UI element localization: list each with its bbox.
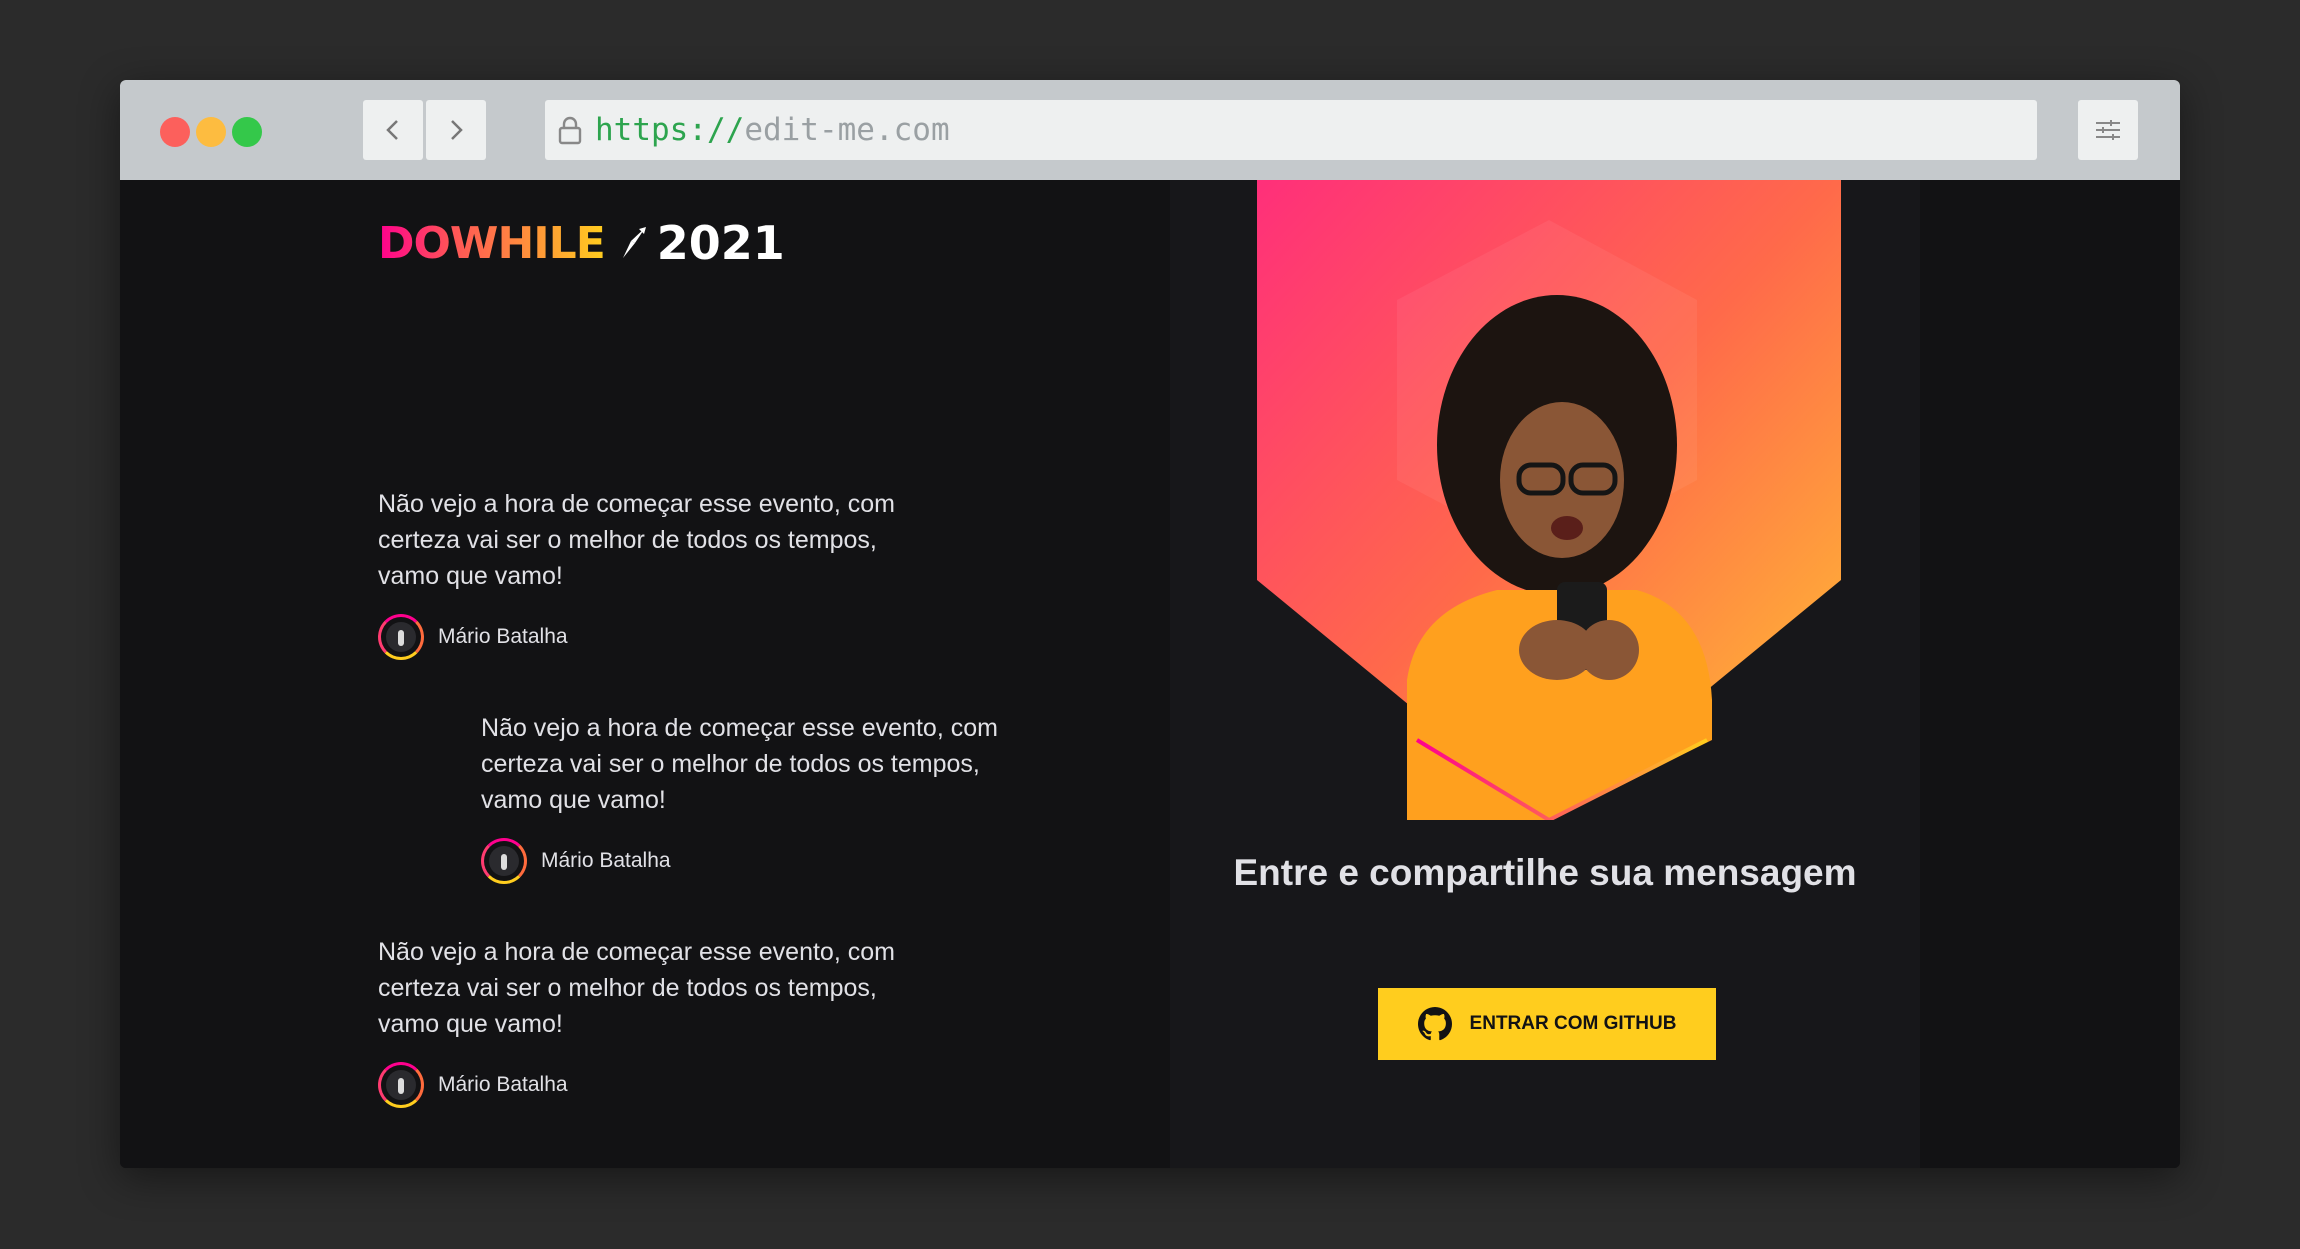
github-icon	[1417, 1007, 1452, 1041]
dowhile-logo: DOWHILE 2021	[378, 216, 785, 270]
browser-titlebar: https://edit-me.com	[120, 80, 2180, 180]
minimize-window-button[interactable]	[196, 117, 226, 147]
message-author: Mário Batalha	[481, 838, 1041, 884]
back-button[interactable]	[363, 100, 423, 160]
logo-year: 2021	[656, 216, 785, 270]
message-text: Não vejo a hora de começar esse evento, …	[378, 938, 895, 1038]
cta-title: Entre e compartilhe sua mensagem	[1233, 852, 1857, 893]
author-name: Mário Batalha	[438, 625, 568, 648]
github-button-label: ENTRAR COM GITHUB	[1469, 1013, 1677, 1034]
message-author: Mário Batalha	[378, 614, 938, 660]
message-text: Não vejo a hora de começar esse evento, …	[378, 490, 895, 590]
avatar	[378, 1062, 424, 1108]
url-host: edit-me.com	[744, 112, 950, 148]
rocket-icon	[619, 225, 649, 261]
logo-brand: DOWHILE	[378, 217, 606, 269]
avatar	[481, 838, 527, 884]
hero-illustration	[1257, 180, 1841, 820]
message-author: Mário Batalha	[378, 1062, 938, 1108]
author-name: Mário Batalha	[541, 849, 671, 872]
message-item: Não vejo a hora de começar esse evento, …	[378, 486, 938, 660]
back-icon	[386, 120, 398, 140]
message-list-panel: DOWHILE 2021 Não vejo a hora de começar …	[120, 180, 1170, 1168]
message-item: Não vejo a hora de começar esse evento, …	[481, 710, 1041, 884]
forward-button[interactable]	[426, 100, 486, 160]
page-content: DOWHILE 2021 Não vejo a hora de começar …	[120, 180, 2180, 1168]
close-window-button[interactable]	[160, 117, 190, 147]
lock-icon	[557, 115, 583, 145]
address-bar[interactable]: https://edit-me.com	[545, 100, 2037, 160]
browser-window: https://edit-me.com DOWHILE 2021 Não vej…	[120, 80, 2180, 1168]
forward-icon	[451, 120, 463, 140]
maximize-window-button[interactable]	[232, 117, 262, 147]
message-item: Não vejo a hora de começar esse evento, …	[378, 934, 938, 1108]
url-scheme: https://	[595, 112, 745, 148]
right-margin	[1920, 180, 2180, 1168]
settings-button[interactable]	[2078, 100, 2138, 160]
settings-sliders-icon	[2096, 120, 2120, 140]
avatar	[378, 614, 424, 660]
github-login-button[interactable]: ENTRAR COM GITHUB	[1378, 988, 1716, 1060]
message-text: Não vejo a hora de começar esse evento, …	[481, 714, 998, 814]
login-panel: Entre e compartilhe sua mensagem ENTRAR …	[1170, 180, 1920, 1168]
author-name: Mário Batalha	[438, 1073, 568, 1096]
